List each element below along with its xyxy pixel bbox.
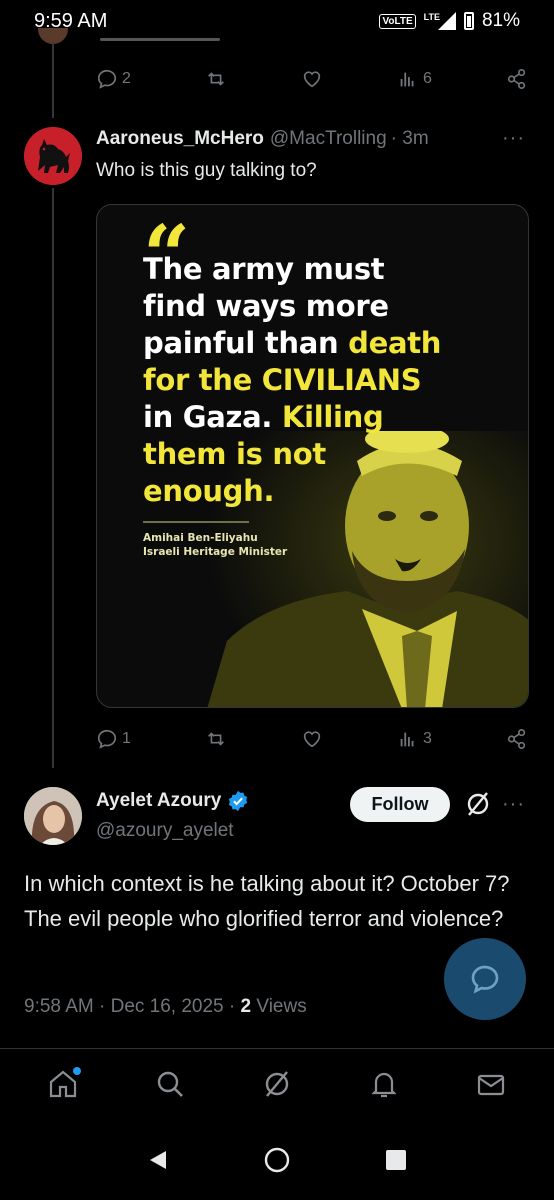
reply-count: 1 bbox=[122, 730, 131, 747]
share-button[interactable] bbox=[506, 68, 528, 90]
quote-line: them is not bbox=[143, 437, 326, 471]
profile-photo bbox=[24, 787, 82, 845]
quote-line: find ways more bbox=[143, 289, 389, 323]
quote-line: enough. bbox=[143, 474, 275, 508]
search-icon bbox=[157, 1071, 184, 1097]
display-name[interactable]: Ayelet Azoury bbox=[96, 790, 221, 812]
grok-icon[interactable] bbox=[464, 790, 492, 818]
repost-button[interactable] bbox=[205, 68, 227, 90]
verified-badge-icon bbox=[229, 790, 248, 812]
views-label: Views bbox=[251, 996, 307, 1017]
notifications-icon bbox=[371, 1072, 397, 1098]
home-circle-icon[interactable] bbox=[262, 1145, 292, 1175]
black-cat-icon bbox=[24, 127, 82, 185]
share-icon bbox=[507, 729, 526, 749]
messages-icon bbox=[477, 1074, 504, 1096]
share-button[interactable] bbox=[506, 728, 528, 750]
reply-button[interactable]: 2 bbox=[96, 68, 131, 90]
attribution-name: Amihai Ben-Eliyahu bbox=[143, 532, 258, 544]
reply-icon bbox=[97, 729, 117, 749]
share-icon bbox=[507, 69, 526, 89]
nav-search[interactable] bbox=[150, 1064, 190, 1104]
repost-icon bbox=[208, 732, 224, 746]
system-nav-bar bbox=[0, 1119, 554, 1200]
quote-line: for the CIVILIANS bbox=[143, 363, 422, 397]
display-name[interactable]: Aaroneus_McHero bbox=[96, 128, 264, 150]
nav-grok[interactable] bbox=[257, 1064, 297, 1104]
recents-icon[interactable] bbox=[384, 1148, 408, 1172]
tweet1-actions: 1 3 bbox=[96, 728, 528, 750]
views-count: 6 bbox=[423, 70, 432, 87]
more-options-button[interactable]: ··· bbox=[502, 793, 525, 816]
back-icon[interactable] bbox=[146, 1148, 170, 1172]
follow-button[interactable]: Follow bbox=[350, 787, 450, 822]
nav-messages[interactable] bbox=[471, 1064, 511, 1104]
thread-line-tweet1 bbox=[52, 188, 54, 768]
tweet1-text: Who is this guy talking to? bbox=[96, 160, 317, 181]
views-count: 2 bbox=[240, 996, 252, 1017]
views-icon bbox=[400, 732, 414, 747]
quote-line: in Gaza. Killing bbox=[143, 400, 384, 434]
tweet2-avatar[interactable] bbox=[24, 787, 82, 845]
thread-line bbox=[52, 44, 54, 118]
tweet2-name-row: Ayelet Azoury bbox=[96, 790, 249, 812]
status-indicators: VoLTE LTE 81% bbox=[379, 10, 520, 32]
battery-icon bbox=[463, 12, 474, 30]
like-button[interactable] bbox=[301, 728, 323, 750]
heart-icon bbox=[303, 731, 321, 748]
tweet-meta: 9:58 AM · Dec 16, 2025 · 2 Views bbox=[24, 996, 307, 1018]
views-icon bbox=[400, 72, 414, 87]
reply-count: 2 bbox=[122, 70, 131, 87]
prev-tweet-text-remnant bbox=[100, 34, 280, 42]
quote-line: painful than death bbox=[143, 326, 442, 360]
repost-icon bbox=[208, 72, 224, 86]
quote-line: The army must bbox=[143, 252, 385, 286]
tweet-time[interactable]: · 3m bbox=[391, 128, 429, 150]
user-handle[interactable]: @MacTrolling bbox=[270, 128, 387, 150]
volte-indicator: VoLTE bbox=[379, 13, 416, 29]
views-count: 3 bbox=[423, 730, 432, 747]
views-button[interactable]: 3 bbox=[397, 728, 432, 750]
bottom-nav bbox=[0, 1049, 554, 1119]
reply-fab-button[interactable] bbox=[444, 938, 526, 1020]
quote-text: The army must find ways more painful tha… bbox=[143, 251, 483, 510]
views-button[interactable]: 6 bbox=[397, 68, 432, 90]
tweet-timestamp[interactable]: 9:58 AM · Dec 16, 2025 · bbox=[24, 996, 241, 1017]
like-button[interactable] bbox=[301, 68, 323, 90]
tweet1-avatar[interactable] bbox=[24, 127, 82, 185]
reply-icon bbox=[97, 69, 117, 89]
attribution-title: Israeli Heritage Minister bbox=[143, 546, 288, 558]
more-options-button[interactable]: ··· bbox=[502, 127, 525, 150]
nav-notifications[interactable] bbox=[364, 1064, 404, 1104]
reply-button[interactable]: 1 bbox=[96, 728, 131, 750]
tweet1-header: Aaroneus_McHero @MacTrolling · 3m bbox=[96, 128, 528, 150]
reply-icon bbox=[471, 965, 499, 994]
user-handle[interactable]: @azoury_ayelet bbox=[96, 820, 234, 842]
repost-button[interactable] bbox=[205, 728, 227, 750]
grok-icon bbox=[265, 1071, 289, 1097]
tweet1-media[interactable]: “ The army must find ways more painful t… bbox=[96, 204, 529, 708]
signal-icon: LTE bbox=[424, 12, 456, 30]
attribution-divider bbox=[143, 521, 249, 523]
tweet2-text: In which context is he talking about it?… bbox=[24, 871, 510, 931]
heart-icon bbox=[303, 71, 321, 88]
nav-home[interactable] bbox=[43, 1064, 83, 1104]
battery-percent: 81% bbox=[481, 10, 520, 31]
prev-tweet-actions: 2 6 bbox=[96, 68, 528, 90]
